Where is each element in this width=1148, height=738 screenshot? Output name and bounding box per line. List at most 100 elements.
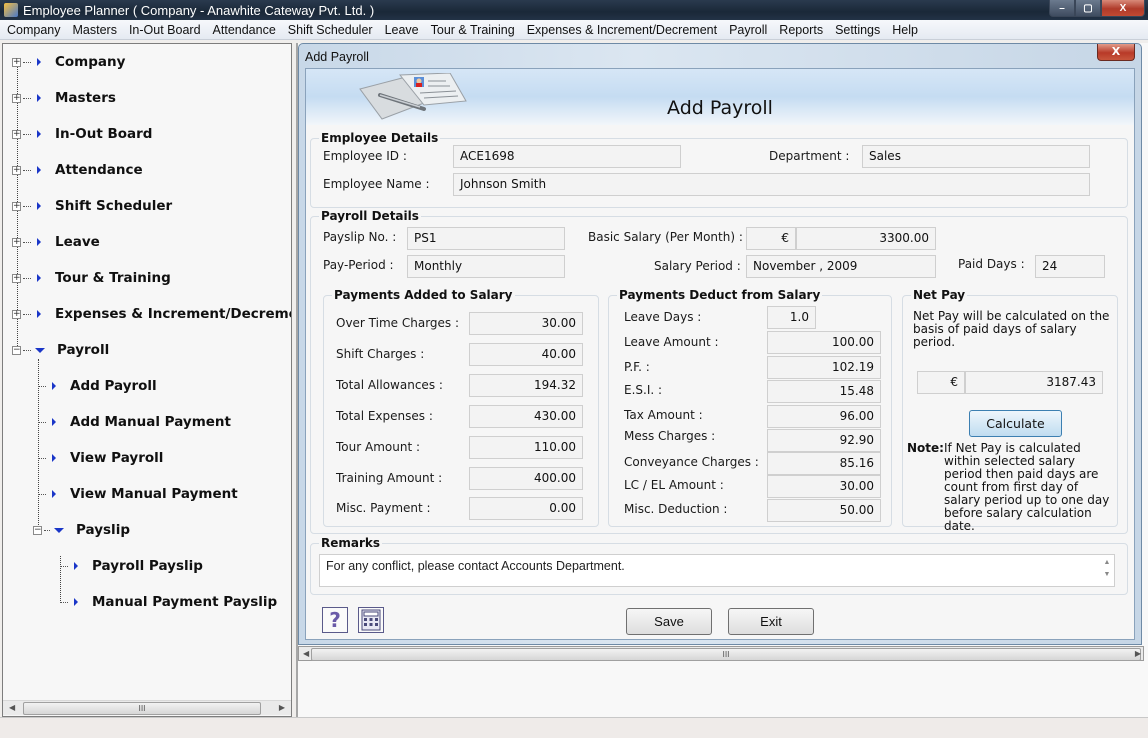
- lc-el-amount-label: LC / EL Amount :: [624, 478, 724, 492]
- tree-item-add-payroll[interactable]: Add Payroll: [38, 376, 157, 396]
- misc-payment-field[interactable]: 0.00: [469, 497, 583, 520]
- employee-name-field[interactable]: Johnson Smith: [453, 173, 1090, 196]
- scrollbar-thumb[interactable]: III: [311, 648, 1141, 661]
- employee-id-field[interactable]: ACE1698: [453, 145, 681, 168]
- esi-field[interactable]: 15.48: [767, 380, 881, 403]
- salary-period-field[interactable]: November , 2009: [746, 255, 936, 278]
- close-button[interactable]: X: [1101, 0, 1145, 17]
- scrollbar-thumb[interactable]: III: [23, 702, 261, 715]
- menu-shift-scheduler[interactable]: Shift Scheduler: [282, 23, 379, 37]
- exit-button[interactable]: Exit: [728, 608, 814, 635]
- arrow-right-icon: [52, 490, 56, 498]
- tree-item-masters[interactable]: + Masters: [12, 88, 116, 108]
- overtime-label: Over Time Charges :: [336, 316, 460, 330]
- menu-attendance[interactable]: Attendance: [207, 23, 282, 37]
- tree-horizontal-scrollbar[interactable]: ◀ III ▶: [3, 700, 291, 715]
- arrow-down-icon: [54, 527, 64, 533]
- calculator-icon: [361, 609, 381, 631]
- remarks-group: Remarks For any conflict, please contact…: [310, 536, 1128, 595]
- tree-item-in-out-board[interactable]: + In-Out Board: [12, 124, 152, 144]
- restore-button[interactable]: ▢: [1075, 0, 1101, 17]
- scroll-left-icon[interactable]: ◀: [303, 649, 309, 658]
- arrow-right-icon: [74, 598, 78, 606]
- scroll-left-icon[interactable]: ◀: [9, 703, 15, 712]
- lc-el-amount-field[interactable]: 30.00: [767, 475, 881, 498]
- total-expenses-field[interactable]: 430.00: [469, 405, 583, 428]
- menu-expenses[interactable]: Expenses & Increment/Decrement: [521, 23, 723, 37]
- arrow-right-icon: [37, 58, 41, 66]
- menu-reports[interactable]: Reports: [773, 23, 829, 37]
- form-header: Add Payroll: [306, 69, 1134, 125]
- tree-item-payroll[interactable]: − Payroll: [12, 340, 109, 360]
- expand-icon[interactable]: +: [12, 165, 21, 175]
- tree-item-expenses[interactable]: + Expenses & Increment/Decrement: [12, 304, 291, 324]
- net-pay-field[interactable]: 3187.43: [965, 371, 1103, 394]
- tree-item-tour-training[interactable]: + Tour & Training: [12, 268, 171, 288]
- expand-icon[interactable]: +: [12, 201, 21, 211]
- tree-item-label: Company: [55, 54, 126, 70]
- calculator-button[interactable]: [358, 607, 384, 633]
- tree-item-view-payroll[interactable]: View Payroll: [38, 448, 163, 468]
- tree-item-attendance[interactable]: + Attendance: [12, 160, 143, 180]
- tree-item-shift-scheduler[interactable]: + Shift Scheduler: [12, 196, 172, 216]
- scroll-right-icon[interactable]: ▶: [279, 703, 285, 712]
- training-amount-field[interactable]: 400.00: [469, 467, 583, 490]
- tree-item-add-manual-payment[interactable]: Add Manual Payment: [38, 412, 231, 432]
- menu-in-out-board[interactable]: In-Out Board: [123, 23, 207, 37]
- pf-field[interactable]: 102.19: [767, 356, 881, 379]
- calculate-button[interactable]: Calculate: [969, 410, 1062, 437]
- leave-amount-field[interactable]: 100.00: [767, 331, 881, 354]
- tree-item-manual-payment-payslip[interactable]: Manual Payment Payslip: [60, 592, 277, 612]
- scroll-right-icon[interactable]: ▶: [1135, 649, 1141, 658]
- menu-settings[interactable]: Settings: [829, 23, 886, 37]
- basic-salary-label: Basic Salary (Per Month) :: [588, 230, 743, 244]
- overtime-field[interactable]: 30.00: [469, 312, 583, 335]
- expand-icon[interactable]: +: [12, 57, 21, 67]
- conveyance-field[interactable]: 85.16: [767, 452, 881, 475]
- expand-icon[interactable]: +: [12, 93, 21, 103]
- shift-charges-field[interactable]: 40.00: [469, 343, 583, 366]
- menu-payroll[interactable]: Payroll: [723, 23, 773, 37]
- training-amount-label: Training Amount :: [336, 471, 443, 485]
- paid-days-field[interactable]: 24: [1035, 255, 1105, 278]
- menu-company[interactable]: Company: [0, 23, 67, 37]
- remarks-scrollbar[interactable]: ▲ ▼: [1102, 557, 1112, 581]
- basic-salary-field[interactable]: 3300.00: [796, 227, 936, 250]
- remarks-textarea[interactable]: For any conflict, please contact Account…: [319, 554, 1115, 587]
- expand-icon[interactable]: +: [12, 309, 21, 319]
- child-close-button[interactable]: X: [1097, 44, 1135, 61]
- tree-item-leave[interactable]: + Leave: [12, 232, 100, 252]
- help-button[interactable]: ?: [322, 607, 348, 633]
- menu-masters[interactable]: Masters: [67, 23, 123, 37]
- menu-help[interactable]: Help: [886, 23, 924, 37]
- misc-deduction-field[interactable]: 50.00: [767, 499, 881, 522]
- mess-charges-field[interactable]: 92.90: [767, 429, 881, 452]
- expand-icon[interactable]: +: [12, 273, 21, 283]
- collapse-icon[interactable]: −: [33, 525, 42, 535]
- arrow-right-icon: [37, 94, 41, 102]
- conveyance-label: Conveyance Charges :: [624, 455, 759, 469]
- tree-item-payslip[interactable]: − Payslip: [33, 520, 130, 540]
- payslip-no-field[interactable]: PS1: [407, 227, 565, 250]
- save-button[interactable]: Save: [626, 608, 712, 635]
- menu-leave[interactable]: Leave: [379, 23, 425, 37]
- mdi-horizontal-scrollbar[interactable]: ◀ III ▶: [298, 646, 1144, 661]
- leave-days-field[interactable]: 1.0: [767, 306, 816, 329]
- pay-period-field[interactable]: Monthly: [407, 255, 565, 278]
- group-title: Payments Added to Salary: [332, 288, 515, 302]
- tree-item-company[interactable]: + Company: [12, 52, 125, 72]
- navigation-tree: + Company + Masters + In-Out Board + Attenda…: [2, 43, 292, 717]
- total-allowances-field[interactable]: 194.32: [469, 374, 583, 397]
- menu-tour-training[interactable]: Tour & Training: [425, 23, 521, 37]
- department-field[interactable]: Sales: [862, 145, 1090, 168]
- tree-item-view-manual-payment[interactable]: View Manual Payment: [38, 484, 238, 504]
- collapse-icon[interactable]: −: [12, 345, 21, 355]
- expand-icon[interactable]: +: [12, 237, 21, 247]
- tree-item-payroll-payslip[interactable]: Payroll Payslip: [60, 556, 203, 576]
- expand-icon[interactable]: +: [12, 129, 21, 139]
- shift-charges-label: Shift Charges :: [336, 347, 425, 361]
- tour-amount-field[interactable]: 110.00: [469, 436, 583, 459]
- minimize-button[interactable]: –: [1049, 0, 1075, 17]
- tree-item-label: Shift Scheduler: [55, 198, 173, 214]
- tax-amount-field[interactable]: 96.00: [767, 405, 881, 428]
